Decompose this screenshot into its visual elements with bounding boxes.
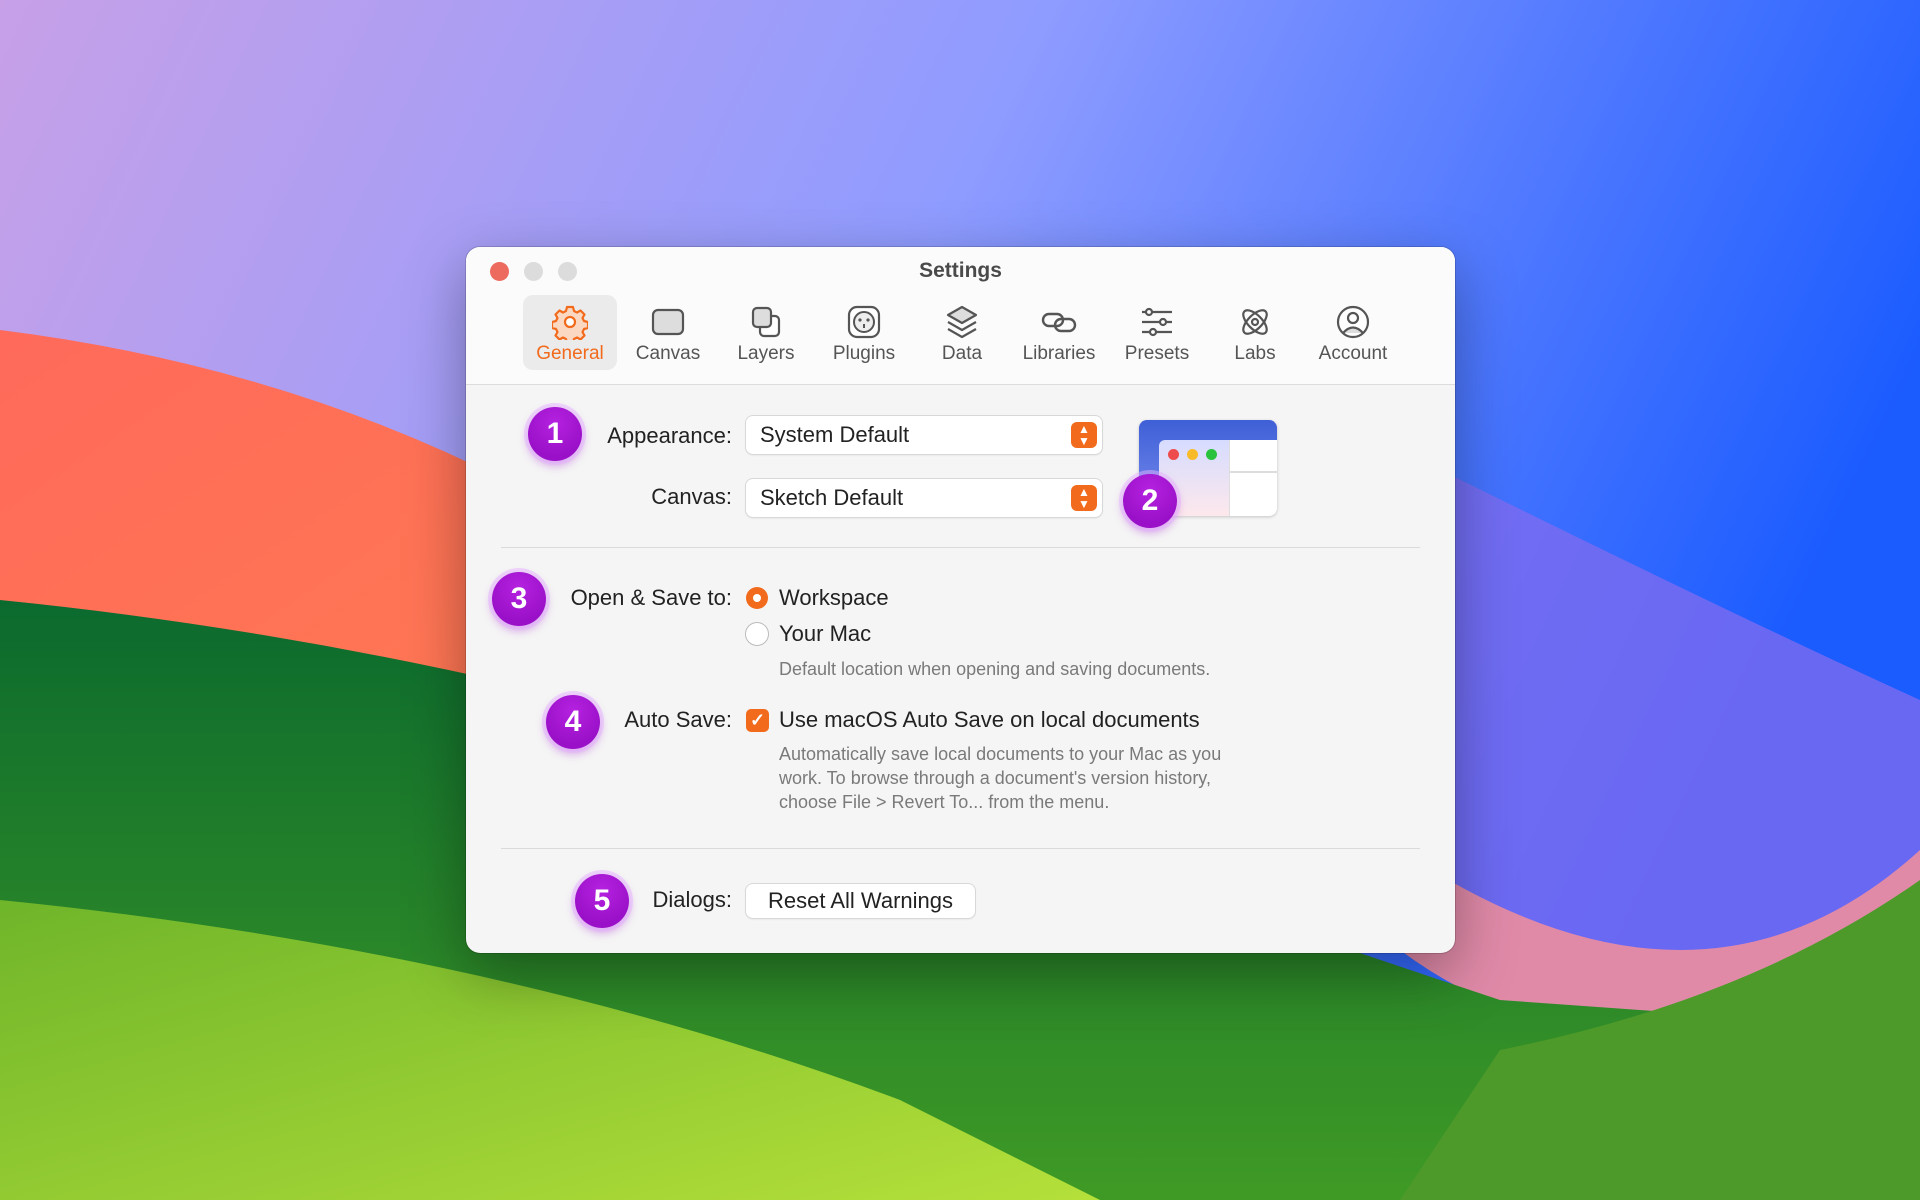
callout-badge-3: 3 <box>492 572 546 626</box>
canvas-label: Canvas: <box>651 484 732 509</box>
tab-layers[interactable]: Layers <box>719 295 813 370</box>
settings-window: Settings General Canvas Layers Plugins D… <box>466 247 1455 953</box>
canvas-value: Sketch Default <box>760 485 904 510</box>
help-line: work. To browse through a document's ver… <box>779 768 1211 788</box>
tab-data[interactable]: Data <box>915 295 1009 370</box>
plugins-icon <box>847 305 881 339</box>
gear-icon <box>552 305 588 340</box>
tab-presets[interactable]: Presets <box>1110 295 1204 370</box>
radio-workspace-label[interactable]: Workspace <box>779 585 889 611</box>
canvas-select[interactable]: Sketch Default ▲ ▼ <box>746 479 1102 517</box>
appearance-label: Appearance: <box>607 423 732 448</box>
open-save-label: Open & Save to: <box>570 585 732 610</box>
atom-icon <box>1242 309 1268 335</box>
tab-label: Libraries <box>1022 343 1096 364</box>
tab-account[interactable]: Account <box>1306 295 1400 370</box>
open-save-help: Default location when opening and saving… <box>779 659 1211 679</box>
tab-label: Data <box>941 343 983 364</box>
reset-all-warnings-button[interactable]: Reset All Warnings <box>746 884 975 918</box>
tab-label: Plugins <box>832 343 896 364</box>
titlebar: Settings General Canvas Layers Plugins D… <box>466 247 1455 385</box>
radio-workspace[interactable] <box>746 587 768 609</box>
auto-save-checkbox-label[interactable]: Use macOS Auto Save on local documents <box>779 707 1200 733</box>
help-line: Automatically save local documents to yo… <box>779 744 1222 764</box>
appearance-value: System Default <box>760 422 910 447</box>
sliders-icon <box>1142 307 1172 337</box>
divider <box>501 547 1420 548</box>
tab-labs[interactable]: Labs <box>1208 295 1302 370</box>
divider <box>501 848 1420 849</box>
tab-general[interactable]: General <box>523 295 617 370</box>
tab-canvas[interactable]: Canvas <box>621 295 715 370</box>
tab-libraries[interactable]: Libraries <box>1012 295 1106 370</box>
tab-label: Canvas <box>635 343 701 364</box>
tab-label: General <box>536 343 604 364</box>
auto-save-help: Automatically save local documents to yo… <box>779 742 1221 814</box>
tab-label: Labs <box>1234 343 1276 364</box>
user-circle-icon <box>1336 305 1370 339</box>
tab-plugins[interactable]: Plugins <box>817 295 911 370</box>
callout-badge-2: 2 <box>1123 474 1177 528</box>
radio-your-mac[interactable] <box>746 623 768 645</box>
tab-label: Layers <box>737 343 795 364</box>
auto-save-checkbox[interactable]: ✓ <box>746 709 769 732</box>
callout-badge-5: 5 <box>575 874 629 928</box>
data-stack-icon <box>946 305 978 339</box>
dialogs-label: Dialogs: <box>652 887 732 912</box>
appearance-select[interactable]: System Default ▲ ▼ <box>746 416 1102 454</box>
callout-badge-4: 4 <box>546 695 600 749</box>
canvas-icon <box>651 308 685 336</box>
auto-save-label: Auto Save: <box>624 707 732 732</box>
layers-icon <box>751 306 781 338</box>
callout-badge-1: 1 <box>528 407 582 461</box>
help-line: choose File > Revert To... from the menu… <box>779 792 1110 812</box>
chevron-updown-icon: ▲ ▼ <box>1071 422 1097 448</box>
chevron-updown-icon: ▲ ▼ <box>1071 485 1097 511</box>
window-title: Settings <box>919 259 1002 282</box>
tab-label: Account <box>1318 343 1388 364</box>
radio-your-mac-label[interactable]: Your Mac <box>779 621 871 647</box>
tab-label: Presets <box>1124 343 1190 364</box>
link-icon <box>1041 312 1077 333</box>
